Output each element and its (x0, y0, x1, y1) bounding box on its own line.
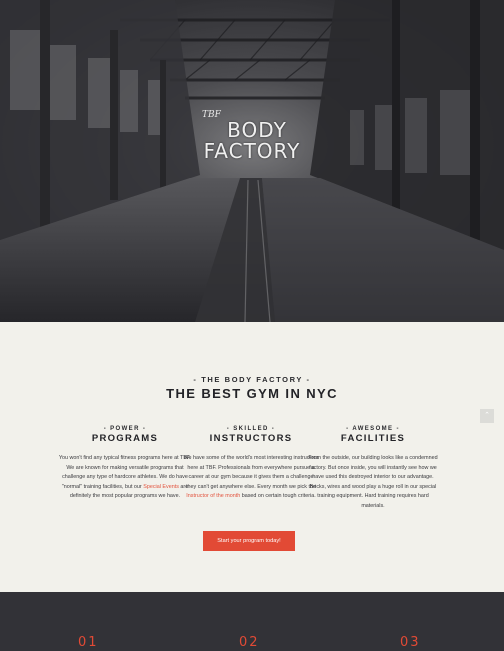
feature-text: From the outside, our building looks lik… (308, 455, 438, 509)
numbered-steps-section: 01 02 03 (0, 592, 504, 651)
feature-instructors: - SKILLED - INSTRUCTORS We have some of … (183, 426, 319, 502)
feature-description: From the outside, our building looks lik… (305, 454, 441, 512)
section-eyebrow: - THE BODY FACTORY - (193, 375, 311, 384)
feature-title: PROGRAMS (91, 433, 159, 444)
feature-title: INSTRUCTORS (209, 433, 293, 444)
start-program-button[interactable]: Start your program today! (203, 531, 295, 551)
scroll-top-button[interactable]: ⌃ (480, 409, 494, 423)
step-number-3: 03 (400, 635, 421, 650)
feature-programs: - POWER - PROGRAMS You won't find any ty… (57, 426, 193, 502)
feature-facilities: - AWESOME - FACILITIES From the outside,… (305, 426, 441, 512)
step-number-1: 01 (78, 635, 99, 650)
chevron-up-icon: ⌃ (484, 412, 490, 419)
instructor-of-month-link[interactable]: Instructor of the month (186, 493, 240, 499)
hero-banner: TBF BODY FACTORY (0, 0, 504, 322)
logo-monogram: TBF (202, 110, 221, 120)
special-events-link[interactable]: Special Events (143, 484, 179, 490)
feature-kicker: - SKILLED - (226, 426, 276, 432)
feature-text: We have some of the world's most interes… (183, 455, 319, 490)
intro-section: - THE BODY FACTORY - THE BEST GYM IN NYC… (0, 322, 504, 592)
feature-title: FACILITIES (340, 433, 406, 444)
logo-text-factory: FACTORY (203, 139, 301, 163)
feature-description: We have some of the world's most interes… (183, 454, 319, 502)
feature-kicker: - POWER - (103, 426, 147, 432)
feature-kicker: - AWESOME - (346, 426, 400, 432)
logo-text-body: BODY (227, 118, 287, 142)
section-headline: THE BEST GYM IN NYC (166, 386, 338, 401)
feature-description: You won't find any typical fitness progr… (57, 454, 193, 502)
step-number-2: 02 (239, 635, 260, 650)
brand-logo[interactable]: TBF BODY FACTORY (0, 110, 504, 162)
